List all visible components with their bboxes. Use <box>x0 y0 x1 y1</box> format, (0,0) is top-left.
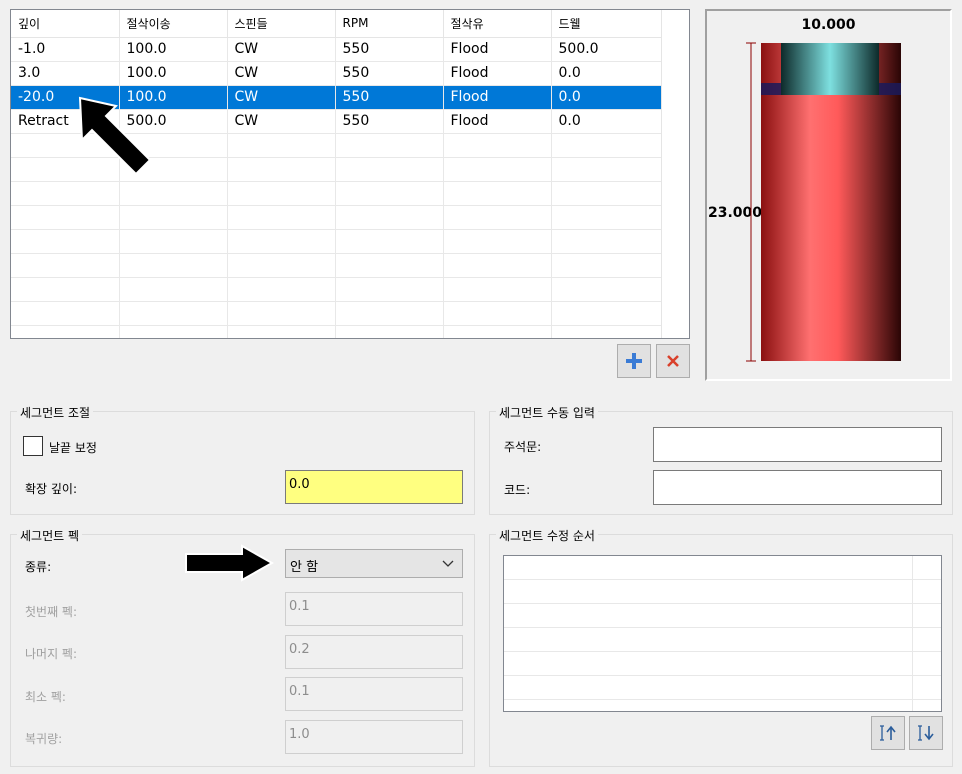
table-cell[interactable]: 100.0 <box>119 37 228 62</box>
edit-order-group: 세그먼트 수정 순서 <box>489 527 953 767</box>
manual-input-group: 세그먼트 수동 입력 주석문: 코드: <box>489 404 953 515</box>
empty-row <box>11 181 662 206</box>
empty-row <box>11 325 662 338</box>
remaining-peck-input[interactable]: 0.2 <box>285 635 463 669</box>
table-cell[interactable]: 0.0 <box>551 85 662 110</box>
edit-order-list[interactable] <box>503 555 942 712</box>
first-peck-label: 첫번째 펙: <box>25 605 78 619</box>
table-cell[interactable]: 550 <box>335 37 444 62</box>
min-peck-label: 최소 펙: <box>25 690 66 704</box>
empty-row <box>11 301 662 326</box>
group-title: 세그먼트 수동 입력 <box>496 404 598 421</box>
peck-type-dropdown[interactable]: 안 함 <box>285 549 463 578</box>
table-cell[interactable]: 100.0 <box>119 61 228 86</box>
annotation-arrow-icon <box>185 544 275 582</box>
comment-label: 주석문: <box>504 440 542 454</box>
move-down-icon <box>918 725 934 741</box>
first-peck-input[interactable]: 0.1 <box>285 592 463 626</box>
plus-icon <box>626 353 642 369</box>
peck-type-value: 안 함 <box>290 560 319 575</box>
empty-row <box>11 205 662 230</box>
column-header-rpm[interactable]: RPM <box>335 10 444 38</box>
table-cell[interactable]: Flood <box>443 85 552 110</box>
column-header-spindle[interactable]: 스핀들 <box>227 10 336 38</box>
move-up-button[interactable] <box>871 716 905 750</box>
remaining-peck-label: 나머지 펙: <box>25 647 78 661</box>
chevron-down-icon <box>442 560 454 567</box>
segment-adjust-group: 세그먼트 조절 날끝 보정 확장 깊이: 0.0 <box>10 404 475 515</box>
peck-type-label: 종류: <box>25 560 52 574</box>
table-cell[interactable]: CW <box>227 109 336 134</box>
edge-compensation-checkbox[interactable] <box>23 436 43 456</box>
table-cell[interactable]: 500.0 <box>551 37 662 62</box>
empty-row <box>11 229 662 254</box>
table-cell[interactable]: CW <box>227 61 336 86</box>
move-up-icon <box>880 725 896 741</box>
table-cell[interactable]: CW <box>227 85 336 110</box>
group-title: 세그먼트 조절 <box>17 404 94 421</box>
diameter-label: 10.000 <box>801 17 856 33</box>
empty-row <box>11 253 662 278</box>
table-cell[interactable]: 0.0 <box>551 61 662 86</box>
extend-depth-value: 0.0 <box>289 477 310 492</box>
table-cell[interactable]: 0.0 <box>551 109 662 134</box>
grid-divider <box>661 10 662 338</box>
table-cell[interactable]: Flood <box>443 37 552 62</box>
move-down-button[interactable] <box>909 716 943 750</box>
table-cell[interactable]: Flood <box>443 61 552 86</box>
column-header-dwell[interactable]: 드웰 <box>551 10 662 38</box>
column-header-coolant[interactable]: 절삭유 <box>443 10 552 38</box>
group-title: 세그먼트 펙 <box>17 527 83 544</box>
min-peck-input[interactable]: 0.1 <box>285 677 463 711</box>
extend-depth-input[interactable]: 0.0 <box>285 470 463 504</box>
table-row[interactable]: 3.0 100.0 CW 550 Flood 0.0 <box>11 61 662 86</box>
table-cell[interactable]: CW <box>227 37 336 62</box>
column-header-depth[interactable]: 깊이 <box>11 10 120 38</box>
group-title: 세그먼트 수정 순서 <box>496 527 598 544</box>
empty-row <box>11 277 662 302</box>
code-input[interactable] <box>653 470 942 505</box>
return-amount-label: 복귀량: <box>25 732 63 746</box>
table-cell[interactable]: 550 <box>335 85 444 110</box>
table-cell[interactable]: 550 <box>335 109 444 134</box>
return-amount-input[interactable]: 1.0 <box>285 720 463 754</box>
delete-segment-button[interactable] <box>656 344 690 378</box>
column-header-feed[interactable]: 절삭이송 <box>119 10 228 38</box>
comment-input[interactable] <box>653 427 942 462</box>
table-cell[interactable]: -1.0 <box>11 37 120 62</box>
table-row[interactable]: -1.0 100.0 CW 550 Flood 500.0 <box>11 37 662 62</box>
tool-preview: 10.000 23.000 <box>705 9 952 381</box>
table-cell[interactable]: Flood <box>443 109 552 134</box>
extend-depth-label: 확장 깊이: <box>25 482 78 496</box>
table-header: 깊이 절삭이송 스핀들 RPM 절삭유 드웰 <box>11 10 662 38</box>
code-label: 코드: <box>504 483 531 497</box>
table-cell[interactable]: 3.0 <box>11 61 120 86</box>
tool-drawing <box>746 42 901 362</box>
annotation-arrow-icon <box>78 96 152 176</box>
table-cell[interactable]: 550 <box>335 61 444 86</box>
x-icon <box>667 355 679 367</box>
add-segment-button[interactable] <box>617 344 651 378</box>
edge-compensation-label: 날끝 보정 <box>49 441 97 455</box>
